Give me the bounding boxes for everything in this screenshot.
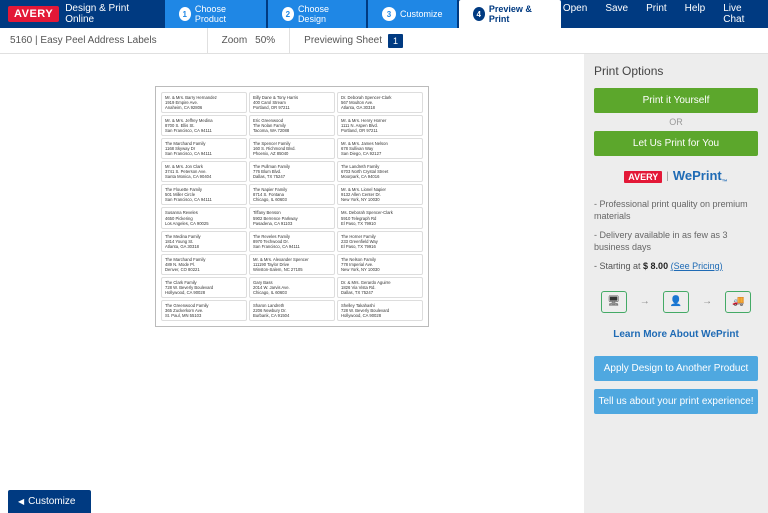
zoom-value: 50% bbox=[255, 35, 275, 46]
address-label[interactable]: The Clark Family728 W. Beverly Boulevard… bbox=[161, 277, 247, 298]
address-label[interactable]: Ms. Deborah Spencer-Clark5910 Telegraph … bbox=[337, 207, 423, 228]
let-us-print-button[interactable]: Let Us Print for You bbox=[594, 131, 758, 156]
preview-area: Mr. & Mrs. Barry Hernandez1919 Empire Av… bbox=[0, 54, 584, 513]
or-divider: OR bbox=[594, 117, 758, 127]
step-label: Customize bbox=[400, 9, 443, 19]
address-label[interactable]: The Nelson Family778 Imperial Ave.New Yo… bbox=[337, 254, 423, 275]
toplink-save[interactable]: Save bbox=[605, 3, 628, 25]
address-label[interactable]: The Landreth Family6703 North Crystal St… bbox=[337, 161, 423, 182]
apply-design-button[interactable]: Apply Design to Another Product bbox=[594, 356, 758, 381]
zoom-label: Zoom bbox=[222, 35, 248, 46]
operator-icon: 👤 bbox=[663, 291, 689, 313]
info-pricing: - Starting at $ 8.00 (See Pricing) bbox=[594, 260, 758, 273]
toplink-open[interactable]: Open bbox=[563, 3, 587, 25]
address-label[interactable]: The Pullman Family776 Blum Blvd.Dallas, … bbox=[249, 161, 335, 182]
address-label[interactable]: Dr. Deborah Spencer-Clark567 Moulton Ave… bbox=[337, 92, 423, 113]
sheet-number[interactable]: 1 bbox=[388, 34, 403, 48]
feedback-button[interactable]: Tell us about your print experience! bbox=[594, 389, 758, 414]
monitor-icon: 🖥 bbox=[601, 291, 627, 313]
logo-mark: AVERY bbox=[8, 6, 59, 22]
preview-sheet-indicator: Previewing Sheet 1 bbox=[290, 34, 417, 48]
back-button-label: Customize bbox=[28, 496, 75, 507]
step-choose-design[interactable]: 2 Choose Design bbox=[268, 0, 366, 28]
weprint-wordmark: WePrint™ bbox=[673, 168, 728, 186]
step-number: 2 bbox=[282, 7, 294, 21]
address-label[interactable]: Eric GreenwoodThe Nolan FamilyTacoma, WA… bbox=[249, 115, 335, 136]
pipe-icon: | bbox=[666, 171, 669, 182]
address-label[interactable]: Shelley Takahashi728 W. Beverly Boulevar… bbox=[337, 300, 423, 321]
logo[interactable]: AVERY Design & Print Online bbox=[0, 3, 159, 25]
weprint-logo: AVERY | WePrint™ bbox=[594, 168, 758, 186]
step-number: 1 bbox=[179, 7, 191, 21]
delivery-truck-icon: 🚚 bbox=[725, 291, 751, 313]
info-quality: - Professional print quality on premium … bbox=[594, 198, 758, 223]
address-label[interactable]: Mr. & Mrs. James Nelson678 Sullivan WayS… bbox=[337, 138, 423, 159]
address-label[interactable]: The Napier Family8714 S. FontanaChicago,… bbox=[249, 184, 335, 205]
weprint-info: - Professional print quality on premium … bbox=[594, 198, 758, 279]
address-label[interactable]: The Greenwood Family365 Zuckerkorn Ave.S… bbox=[161, 300, 247, 321]
step-preview-print[interactable]: 4 Preview & Print bbox=[459, 0, 561, 28]
address-label[interactable]: The Marchand Family1168 Skyway DrSan Fra… bbox=[161, 138, 247, 159]
address-label[interactable]: Mr. & Mrs. Jon Clark3741 S. Peterson Ave… bbox=[161, 161, 247, 182]
address-label[interactable]: The Horner Family233 Greenfield WayEl Pa… bbox=[337, 231, 423, 252]
toplink-live-chat[interactable]: Live Chat bbox=[723, 3, 752, 25]
address-label[interactable]: Mr. & Mrs. Barry Hernandez1919 Empire Av… bbox=[161, 92, 247, 113]
step-customize[interactable]: 3 Customize bbox=[368, 0, 457, 28]
logo-subtitle: Design & Print Online bbox=[65, 3, 150, 25]
address-label[interactable]: The Flouette Family501 Miller CircleSan … bbox=[161, 184, 247, 205]
toplink-help[interactable]: Help bbox=[685, 3, 706, 25]
address-label[interactable]: The Marchand Family489 N. Mode Pl.Denver… bbox=[161, 254, 247, 275]
learn-more-link[interactable]: Learn More About WePrint bbox=[594, 329, 758, 340]
arrow-icon: → bbox=[640, 296, 650, 307]
step-number: 3 bbox=[382, 7, 396, 21]
subbar: 5160 | Easy Peel Address Labels Zoom 50%… bbox=[0, 28, 768, 54]
arrow-icon: → bbox=[702, 296, 712, 307]
step-label: Choose Product bbox=[195, 4, 252, 24]
print-options-panel: Print Options Print it Yourself OR Let U… bbox=[584, 54, 768, 513]
address-label[interactable]: Sharon Landreth2206 Newbury Dr.Burbank, … bbox=[249, 300, 335, 321]
preview-sheet-label: Previewing Sheet bbox=[304, 35, 382, 46]
step-choose-product[interactable]: 1 Choose Product bbox=[165, 0, 266, 28]
address-label[interactable]: Gary Bass2014 W. Jarvis Ave.Chicago, IL … bbox=[249, 277, 335, 298]
address-label[interactable]: The Spencer Family160 S. Richmond Blvd.P… bbox=[249, 138, 335, 159]
zoom-control[interactable]: Zoom 50% bbox=[207, 28, 291, 53]
step-label: Choose Design bbox=[298, 4, 352, 24]
step-label: Preview & Print bbox=[489, 4, 547, 24]
address-label[interactable]: Mr. & Mrs. Alexander Spencer111190 Taylo… bbox=[249, 254, 335, 275]
address-label[interactable]: Susanna Reveles4650 PickeringLos Angeles… bbox=[161, 207, 247, 228]
see-pricing-link[interactable]: (See Pricing) bbox=[671, 261, 723, 271]
weprint-process-icons: 🖥 → 👤 → 🚚 bbox=[594, 291, 758, 313]
address-label[interactable]: Mr. & Mrs. Lionel Napier9132 Allen Cente… bbox=[337, 184, 423, 205]
weprint-avery-mark: AVERY bbox=[624, 171, 662, 183]
address-label[interactable]: Mr. & Mrs. Henry Horner1111 N. Aspen Blv… bbox=[337, 115, 423, 136]
top-links: Open Save Print Help Live Chat bbox=[563, 3, 768, 25]
label-sheet: Mr. & Mrs. Barry Hernandez1919 Empire Av… bbox=[155, 86, 429, 327]
address-label[interactable]: Tiffany Benson5902 Berrence ParkwayPasad… bbox=[249, 207, 335, 228]
address-label[interactable]: The Reveles Family8970 Techwood Dr.San F… bbox=[249, 231, 335, 252]
address-label[interactable]: The Medina Family1814 Young St.Atlanta, … bbox=[161, 231, 247, 252]
step-number: 4 bbox=[473, 7, 485, 21]
address-label[interactable]: Mr. & Mrs. Jeffrey Medina8700 S. Ellis S… bbox=[161, 115, 247, 136]
product-label: 5160 | Easy Peel Address Labels bbox=[0, 35, 167, 46]
print-yourself-button[interactable]: Print it Yourself bbox=[594, 88, 758, 113]
toplink-print[interactable]: Print bbox=[646, 3, 667, 25]
wizard-steps: 1 Choose Product 2 Choose Design 3 Customize 4… bbox=[165, 0, 563, 28]
topbar: AVERY Design & Print Online 1 Choose Prod… bbox=[0, 0, 768, 28]
info-delivery: - Delivery available in as few as 3 busi… bbox=[594, 229, 758, 254]
address-label[interactable]: Billy Dane & Tony Harris400 Carol Stream… bbox=[249, 92, 335, 113]
back-button[interactable]: Customize bbox=[8, 490, 91, 513]
panel-title: Print Options bbox=[594, 64, 758, 78]
address-label[interactable]: Dr. & Mrs. Gerardo Aguirre1826 Via Vista… bbox=[337, 277, 423, 298]
